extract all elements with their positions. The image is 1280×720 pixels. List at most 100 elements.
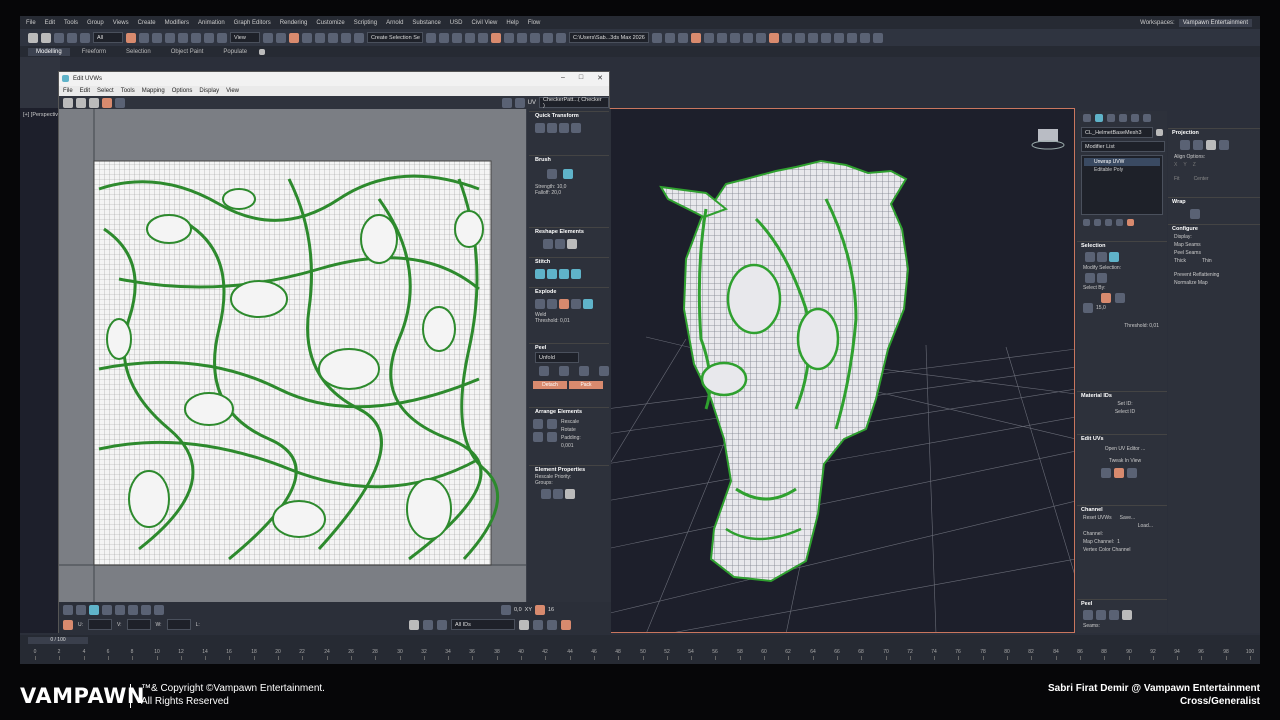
create-tab-icon[interactable] [1083, 114, 1091, 122]
tab-object-paint[interactable]: Object Paint [163, 48, 212, 56]
motion-tab-icon[interactable] [1119, 114, 1127, 122]
threshold-value[interactable]: 0,01 [560, 318, 570, 324]
window-crossing-icon[interactable] [165, 32, 175, 43]
brush-header[interactable]: Brush [529, 155, 609, 164]
material-ids-header[interactable]: Material IDs [1077, 391, 1167, 400]
refresh-icon[interactable] [717, 32, 727, 43]
peel-quick-icon[interactable] [539, 366, 549, 376]
select-by-name-icon[interactable] [139, 32, 149, 43]
falloff-value[interactable]: 20,0 [551, 190, 561, 196]
make-unique-icon[interactable] [1105, 219, 1112, 226]
face-select-icon[interactable] [1109, 252, 1119, 262]
menu-flow[interactable]: Flow [528, 20, 541, 26]
peel-header[interactable]: Peel [529, 343, 609, 352]
tab-populate[interactable]: Populate [215, 48, 255, 56]
pack-normalize-icon[interactable] [547, 419, 557, 429]
align-x-button[interactable]: X [1174, 162, 1177, 168]
stitch-average-icon[interactable] [559, 269, 569, 279]
uvw-menu-edit[interactable]: Edit [80, 88, 90, 94]
uv-canvas[interactable] [59, 109, 526, 602]
quick-peel-icon[interactable] [1101, 468, 1111, 478]
menu-file[interactable]: File [26, 20, 36, 26]
tool-h-icon[interactable] [821, 32, 831, 43]
menu-scripting[interactable]: Scripting [354, 20, 377, 26]
select-manipulate-icon[interactable] [276, 32, 286, 43]
stitch-custom-icon[interactable] [535, 269, 545, 279]
display-tab-icon[interactable] [1131, 114, 1139, 122]
relax-brush-icon[interactable] [563, 169, 573, 179]
menu-views[interactable]: Views [113, 20, 129, 26]
material-id-filter[interactable]: All IDs [451, 619, 515, 630]
link-icon[interactable] [54, 32, 64, 43]
cube-icon[interactable] [567, 239, 577, 249]
open-uv-editor-button[interactable]: Open UV Editor ... [1077, 445, 1167, 453]
pack-together-icon[interactable] [533, 432, 543, 442]
selection-filter-dropdown[interactable]: All [93, 32, 123, 43]
angle-snap-icon[interactable] [315, 32, 325, 43]
map-channel-value[interactable]: 1 [1117, 539, 1120, 545]
percent-snap-icon[interactable] [328, 32, 338, 43]
angle-value[interactable]: 15,0 [1096, 305, 1106, 311]
explode-to-icon[interactable] [583, 299, 593, 309]
cylindrical-map-icon[interactable] [1193, 140, 1203, 150]
peel-seams-checkbox[interactable]: Peel Seams [1168, 249, 1260, 257]
menu-rendering[interactable]: Rendering [280, 20, 308, 26]
stitch-source-icon[interactable] [547, 269, 557, 279]
scale-icon[interactable] [89, 97, 99, 108]
hide-icon[interactable] [423, 619, 433, 630]
uvw-menu-options[interactable]: Options [172, 88, 193, 94]
u-field[interactable] [88, 619, 112, 630]
rotate-90-icon[interactable] [571, 123, 581, 133]
undo-icon[interactable] [28, 32, 38, 43]
vertex-mode-icon[interactable] [63, 605, 73, 615]
spherical-map-icon[interactable] [1206, 140, 1216, 150]
planar-map-icon[interactable] [1180, 140, 1190, 150]
arnold-render-icon[interactable] [691, 32, 701, 43]
shrink-selection-icon[interactable] [1097, 273, 1107, 283]
uvw-menu-display[interactable]: Display [199, 88, 219, 94]
material-editor-icon[interactable] [504, 32, 514, 43]
quick-transform-header[interactable]: Quick Transform [529, 111, 609, 120]
tweak-in-view-button[interactable]: Tweak In View [1077, 457, 1167, 465]
menu-usd[interactable]: USD [450, 20, 463, 26]
align-z-button[interactable]: Z [1193, 162, 1196, 168]
freeze-icon[interactable] [437, 619, 447, 630]
projection-header[interactable]: Projection [1168, 128, 1260, 137]
group-remove-icon[interactable] [565, 489, 575, 499]
folder-icon[interactable] [556, 32, 566, 43]
zoom-extents-icon[interactable] [501, 605, 511, 615]
uvw-menu-tools[interactable]: Tools [121, 88, 135, 94]
menu-substance[interactable]: Substance [412, 20, 440, 26]
absolute-mode-icon[interactable] [63, 619, 73, 630]
peel-mode-icon[interactable] [1114, 468, 1124, 478]
open-icon[interactable] [665, 32, 675, 43]
close-icon[interactable]: ✕ [597, 74, 603, 82]
break-icon[interactable] [535, 299, 545, 309]
uvw-menu-file[interactable]: File [63, 88, 73, 94]
element-mode-icon[interactable] [102, 605, 112, 615]
minimize-icon[interactable]: – [561, 74, 565, 82]
peel-c-icon[interactable] [1109, 610, 1119, 620]
grow-selection-icon[interactable] [1085, 273, 1095, 283]
toggle-ribbon-icon[interactable] [465, 32, 475, 43]
zoom-value[interactable]: 0,0 [514, 607, 522, 613]
rotate-icon[interactable] [76, 97, 86, 108]
viewport-label[interactable]: [+] [Perspectiv [23, 112, 58, 118]
tool-e-icon[interactable] [782, 32, 792, 43]
explode-icon[interactable] [571, 299, 581, 309]
save-button[interactable]: Save... [1120, 515, 1136, 521]
unlink-icon[interactable] [67, 32, 77, 43]
explode-header[interactable]: Explode [529, 287, 609, 296]
paint-move-icon[interactable] [547, 169, 557, 179]
ribbon-options-icon[interactable] [259, 48, 266, 55]
named-selection-set-dropdown[interactable]: Create Selection Se [367, 32, 423, 43]
schematic-view-icon[interactable] [491, 32, 501, 43]
tool-l-icon[interactable] [873, 32, 883, 43]
reset-uvws-button[interactable]: Reset UVWs [1083, 515, 1112, 521]
menu-arnold[interactable]: Arnold [386, 20, 403, 26]
helmet-mesh[interactable] [659, 159, 910, 583]
prevent-reflattening-checkbox[interactable]: Prevent Reflattening [1168, 271, 1260, 279]
reference-coord-dropdown[interactable]: View [230, 32, 260, 43]
tool-g-icon[interactable] [808, 32, 818, 43]
maximize-icon[interactable]: □ [579, 74, 583, 82]
